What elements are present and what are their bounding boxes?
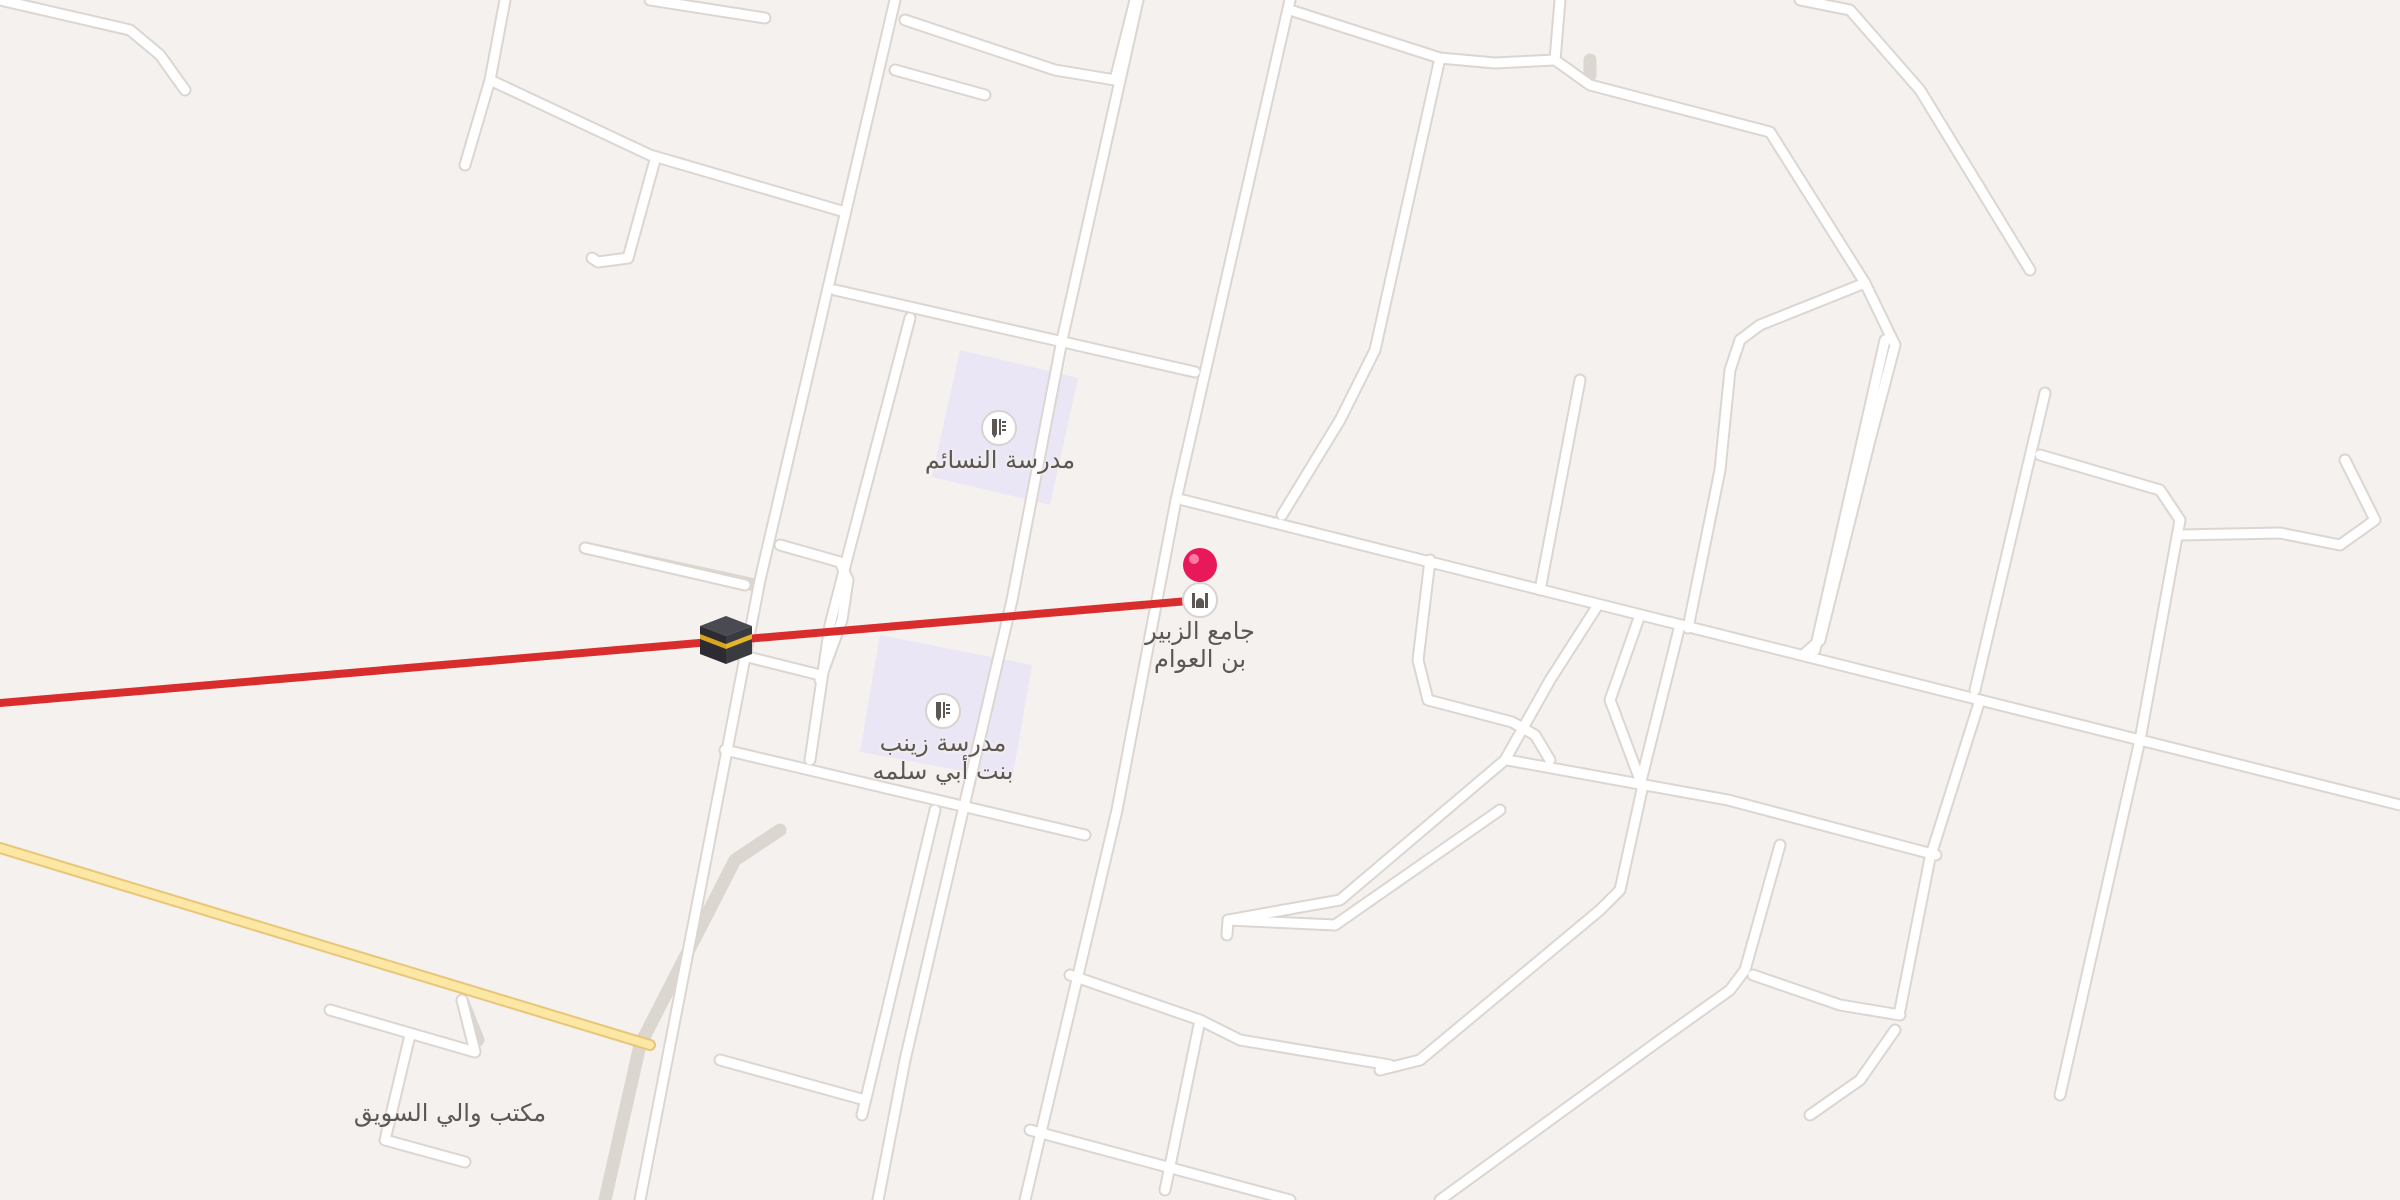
poi-name: مكتب والي السويق — [353, 1099, 547, 1127]
kaaba-icon[interactable] — [700, 616, 752, 664]
school-icon[interactable] — [925, 693, 961, 729]
poi-label-school-alnasaem[interactable]: مدرسة النسائم — [900, 446, 1100, 474]
poi-name-line1: جامع الزبير — [1145, 617, 1255, 645]
school-icon[interactable] — [981, 410, 1017, 446]
poi-name: مدرسة النسائم — [924, 446, 1076, 474]
poi-name-line1: مدرسة زينب — [879, 729, 1007, 757]
poi-label-mosque[interactable]: جامع الزبير بن العوام — [1100, 617, 1300, 673]
poi-name-line2: بنت أبي سلمه — [872, 757, 1014, 785]
poi-name-line2: بن العوام — [1153, 645, 1247, 673]
poi-label-school-zainab[interactable]: مدرسة زينب بنت أبي سلمه — [843, 729, 1043, 785]
poi-label-governor-office[interactable]: مكتب والي السويق — [330, 1099, 570, 1127]
mosque-icon[interactable] — [1182, 582, 1218, 618]
